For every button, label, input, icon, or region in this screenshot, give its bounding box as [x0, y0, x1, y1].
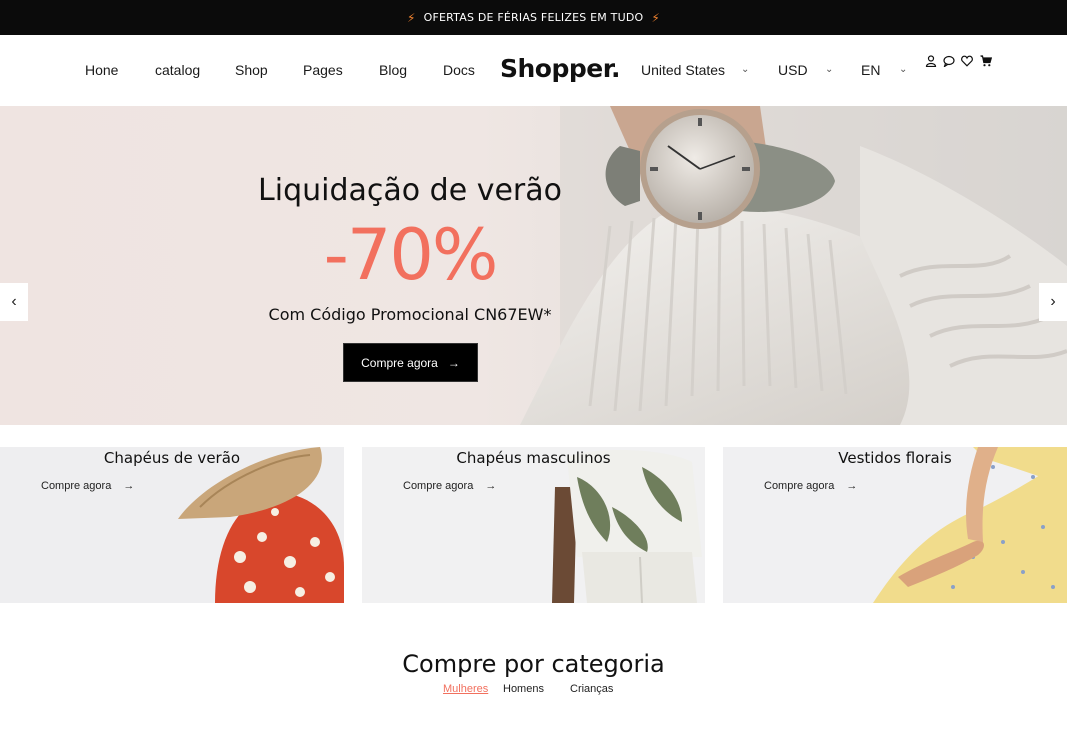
tile-title: Chapéus de verão — [103, 449, 241, 467]
nav-link-blog[interactable]: Blog — [379, 62, 407, 78]
category-tile-floral-dresses[interactable]: Vestidos florais Compre agora → — [723, 447, 1067, 603]
hero-banner: Liquidação de verão -70% Com Código Prom… — [0, 106, 1067, 425]
bolt-icon: ⚡ — [651, 10, 661, 25]
tab-kids[interactable]: Crianças — [570, 683, 613, 695]
nav-link-catalog[interactable]: catalog — [155, 62, 200, 78]
tile-image — [0, 447, 344, 603]
tile-title: Vestidos florais — [838, 449, 952, 467]
nav-link-home[interactable]: Hone — [85, 62, 118, 78]
tile-link-label: Compre agora — [764, 480, 835, 492]
tile-link-label: Compre agora — [41, 480, 112, 492]
hero-button-label: Compre agora — [361, 355, 438, 370]
arrow-right-icon: → — [846, 480, 858, 492]
tab-women[interactable]: Mulheres — [443, 683, 488, 695]
site-header: Hone catalog Shop Pages Blog Docs Shoppe… — [0, 35, 1067, 106]
nav-link-shop[interactable]: Shop — [235, 62, 268, 78]
nav-link-docs[interactable]: Docs — [443, 62, 475, 78]
site-logo[interactable]: Shopper. — [500, 54, 621, 83]
carousel-next-button[interactable]: › — [1039, 283, 1067, 321]
tile-shop-link[interactable]: Compre agora → — [764, 480, 857, 492]
tile-shop-link[interactable]: Compre agora → — [41, 480, 134, 492]
user-icon[interactable] — [925, 55, 937, 67]
tile-image — [362, 447, 705, 603]
cart-icon[interactable] — [980, 55, 992, 67]
hero-shop-now-button[interactable]: Compre agora → — [343, 343, 478, 382]
tile-title: Chapéus masculinos — [456, 449, 611, 467]
category-tile-mens-hats[interactable]: Chapéus masculinos Compre agora → — [362, 447, 705, 603]
chat-icon[interactable] — [943, 55, 955, 67]
hero-discount: -70% — [323, 214, 499, 296]
arrow-right-icon: → — [447, 355, 460, 370]
heart-icon[interactable] — [961, 55, 973, 67]
chevron-down-icon[interactable]: ⌄ — [741, 64, 749, 75]
tile-image — [723, 447, 1067, 603]
bolt-icon: ⚡ — [406, 10, 416, 25]
arrow-right-icon: → — [123, 480, 135, 492]
currency-select[interactable]: USD — [778, 62, 808, 78]
category-tile-summer-hats[interactable]: Chapéus de verão Compre agora → — [0, 447, 344, 603]
chevron-down-icon[interactable]: ⌄ — [899, 64, 907, 75]
tile-link-label: Compre agora — [403, 480, 474, 492]
language-select[interactable]: EN — [861, 62, 880, 78]
tab-men[interactable]: Homens — [503, 683, 544, 695]
hero-subtitle: Com Código Promocional CN67EW* — [268, 305, 552, 324]
section-title: Compre por categoria — [402, 650, 665, 678]
country-select[interactable]: United States — [641, 62, 725, 78]
arrow-right-icon: → — [485, 480, 497, 492]
tile-shop-link[interactable]: Compre agora → — [403, 480, 496, 492]
promo-bar: ⚡ OFERTAS DE FÉRIAS FELIZES EM TUDO ⚡ — [0, 0, 1067, 35]
chevron-down-icon[interactable]: ⌄ — [825, 64, 833, 75]
hero-title: Liquidação de verão — [258, 173, 562, 208]
nav-link-pages[interactable]: Pages — [303, 62, 343, 78]
carousel-prev-button[interactable]: ‹ — [0, 283, 28, 321]
promo-text: OFERTAS DE FÉRIAS FELIZES EM TUDO — [423, 11, 644, 24]
